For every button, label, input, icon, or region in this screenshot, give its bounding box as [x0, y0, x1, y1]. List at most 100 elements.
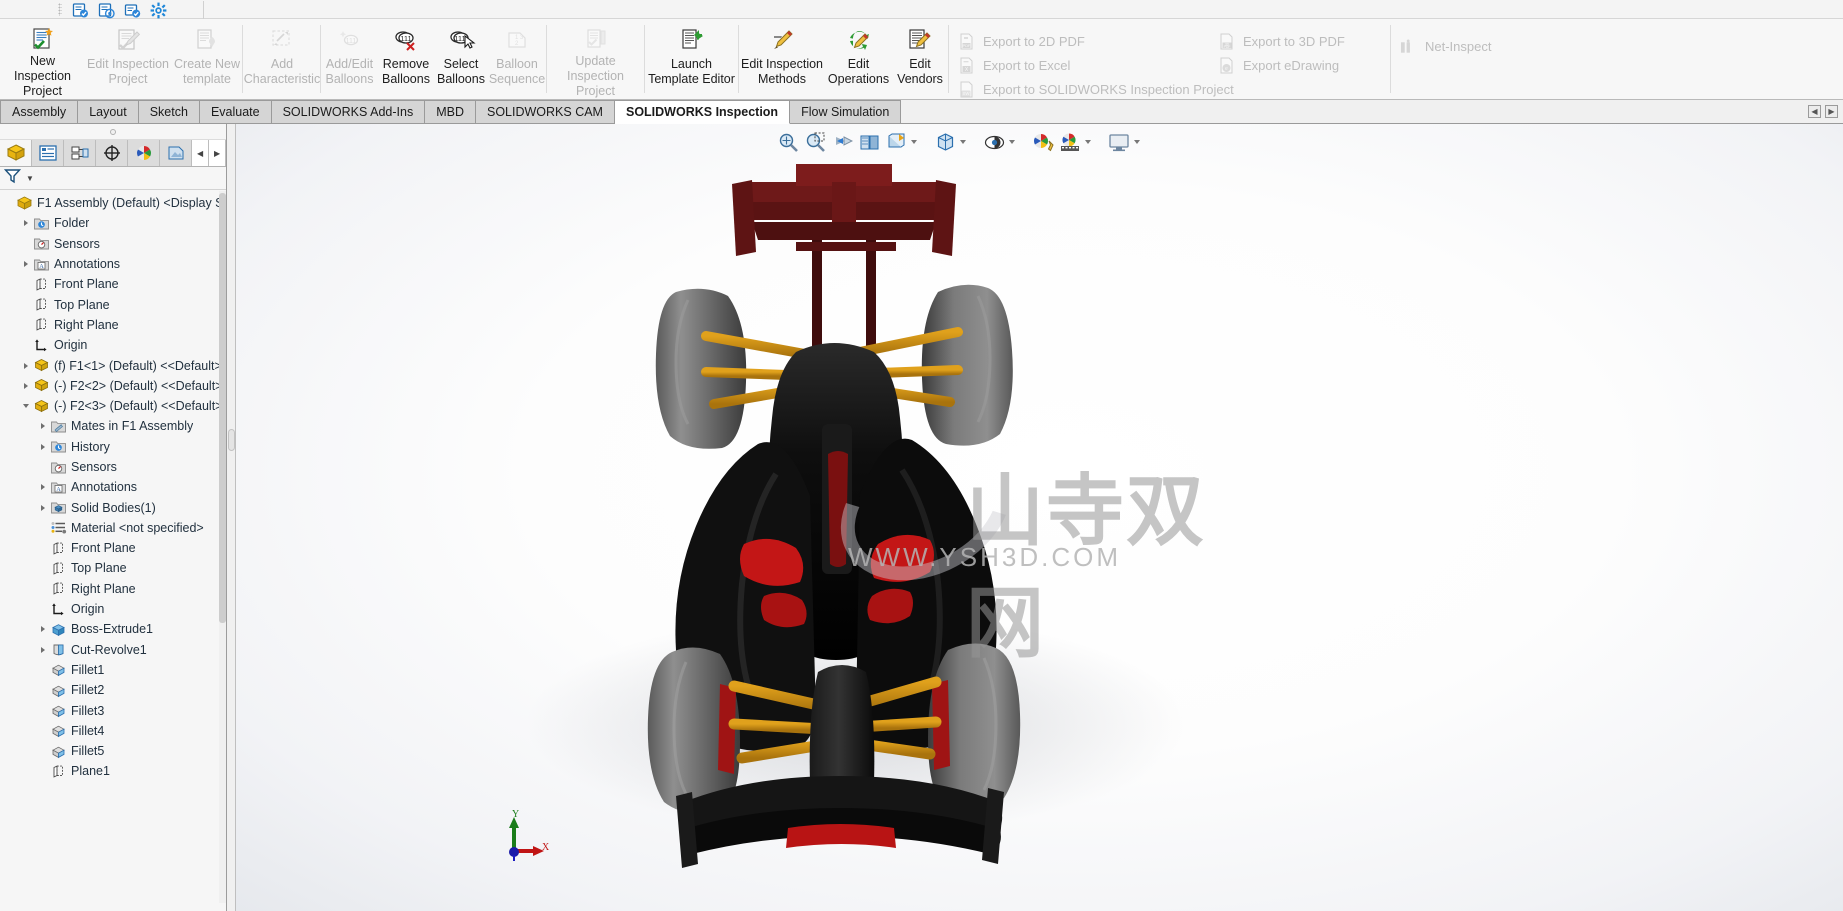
inspection-edit-icon[interactable] — [124, 2, 141, 18]
panel-tabs-next-button[interactable]: ▶ — [209, 140, 227, 166]
chevron-right-icon[interactable] — [36, 443, 49, 450]
tree-item[interactable]: Front Plane — [0, 538, 220, 558]
tree-item[interactable]: Sensors — [0, 457, 220, 477]
filter-funnel-icon[interactable] — [3, 168, 24, 189]
edit-vendors-button[interactable]: Edit Vendors — [892, 20, 948, 99]
chevron-right-icon[interactable] — [19, 220, 32, 227]
tab-evaluate[interactable]: Evaluate — [199, 100, 272, 123]
add-characteristic-label: Add Characteristic — [243, 57, 321, 86]
tree-item[interactable]: (f) F1<1> (Default) <<Default> — [0, 355, 220, 375]
remove-balloons-button[interactable]: 111 Remove Balloons — [378, 20, 434, 99]
edit-operations-button[interactable]: Edit Operations — [825, 20, 892, 99]
inspection-check-icon[interactable] — [98, 2, 115, 18]
chevron-right-icon[interactable] — [36, 484, 49, 491]
tab-assembly[interactable]: Assembly — [0, 100, 79, 123]
tab-scroll-left-button[interactable]: ◀ — [1808, 105, 1821, 118]
tab-layout[interactable]: Layout — [78, 100, 139, 123]
add-edit-balloons-button[interactable]: 111 Add/Edit Balloons — [321, 20, 378, 99]
tree-item-label: Mates in F1 Assembly — [71, 419, 194, 434]
configuration-manager-tab[interactable] — [64, 140, 97, 166]
create-new-template-button[interactable]: Create New template — [171, 20, 243, 99]
display-manager-tab[interactable] — [128, 140, 161, 166]
tree-item[interactable]: Material <not specified> — [0, 518, 220, 538]
quick-access-separator — [203, 1, 204, 19]
select-balloons-icon: 111 — [446, 25, 476, 55]
tree-item[interactable]: Front Plane — [0, 274, 220, 294]
toolbar-grip[interactable] — [58, 3, 62, 16]
chevron-right-icon[interactable] — [19, 261, 32, 268]
export-excel-button[interactable]: X Export to Excel — [958, 57, 1234, 74]
add-characteristic-button[interactable]: Add Characteristic — [243, 20, 321, 99]
property-manager-tab[interactable] — [32, 140, 65, 166]
tree-item[interactable]: Top Plane — [0, 294, 220, 314]
feature-tree-filter[interactable]: ▼ — [0, 167, 226, 190]
splitter-knob[interactable] — [228, 429, 235, 451]
tree-item[interactable]: Fillet2 — [0, 680, 220, 700]
gear-icon[interactable] — [150, 2, 167, 18]
tree-item[interactable]: Mates in F1 Assembly — [0, 416, 220, 436]
tree-item[interactable]: Boss-Extrude1 — [0, 619, 220, 639]
tree-item[interactable]: Fillet5 — [0, 741, 220, 761]
new-inspection-project-button[interactable]: New Inspection Project — [0, 20, 85, 99]
edit-inspection-project-button[interactable]: Edit Inspection Project — [85, 20, 171, 99]
tab-solidworks-cam[interactable]: SOLIDWORKS CAM — [475, 100, 615, 123]
tree-item[interactable]: Plane1 — [0, 761, 220, 781]
tab-solidworks-inspection[interactable]: SOLIDWORKS Inspection — [614, 100, 791, 124]
edit-inspection-methods-button[interactable]: Edit Inspection Methods — [739, 20, 825, 99]
tree-item[interactable]: (-) F2<2> (Default) <<Default> — [0, 376, 220, 396]
tree-item[interactable]: History — [0, 437, 220, 457]
tab-scroll-right-button[interactable]: ▶ — [1825, 105, 1838, 118]
tree-item[interactable]: Right Plane — [0, 579, 220, 599]
tree-item[interactable]: Top Plane — [0, 558, 220, 578]
update-inspection-project-button[interactable]: Update Inspection Project — [547, 20, 644, 99]
f1-car-model[interactable] — [236, 124, 1843, 911]
scrollbar-thumb[interactable] — [219, 193, 226, 623]
filter-dropdown-caret-icon[interactable]: ▼ — [26, 174, 34, 183]
chevron-right-icon[interactable] — [19, 382, 32, 389]
tree-item[interactable]: A Annotations — [0, 254, 220, 274]
tree-item[interactable]: Cut-Revolve1 — [0, 640, 220, 660]
tree-item[interactable]: Solid Bodies(1) — [0, 497, 220, 517]
tab-label: MBD — [436, 105, 464, 119]
inspection-new-icon[interactable] — [72, 2, 88, 18]
launch-template-editor-button[interactable]: Launch Template Editor — [645, 20, 738, 99]
tree-item[interactable]: Fillet3 — [0, 700, 220, 720]
tree-item[interactable]: Fillet4 — [0, 721, 220, 741]
chevron-right-icon[interactable] — [19, 362, 32, 369]
tree-item[interactable]: Origin — [0, 599, 220, 619]
export-edrawing-button[interactable]: e Export eDrawing — [1218, 57, 1345, 74]
tree-item[interactable]: Fillet1 — [0, 660, 220, 680]
balloon-sequence-button[interactable]: 1 32 Balloon Sequence — [488, 20, 546, 99]
tree-item[interactable]: Origin — [0, 335, 220, 355]
feature-tree-scrollbar[interactable] — [219, 191, 226, 903]
tree-item[interactable]: A Annotations — [0, 477, 220, 497]
chevron-right-icon[interactable] — [36, 626, 49, 633]
tree-item[interactable]: Folder — [0, 213, 220, 233]
panel-splitter[interactable] — [227, 124, 236, 911]
tree-item-label: History — [71, 439, 110, 454]
tab-solidworks-add-ins[interactable]: SOLIDWORKS Add-Ins — [271, 100, 426, 123]
tree-item[interactable]: Right Plane — [0, 315, 220, 335]
tab-flow-simulation[interactable]: Flow Simulation — [790, 100, 902, 123]
graphics-viewport[interactable]: 山寺双网 WWW.YSH3D.COM Y X — [236, 124, 1843, 911]
tree-item[interactable]: Sensors — [0, 234, 220, 254]
chevron-right-icon[interactable] — [36, 423, 49, 430]
tab-mbd[interactable]: MBD — [425, 100, 476, 123]
tree-item[interactable]: (-) F2<3> (Default) <<Default> — [0, 396, 220, 416]
dimxpert-manager-tab[interactable] — [96, 140, 129, 166]
chevron-right-icon[interactable] — [36, 646, 49, 653]
select-balloons-button[interactable]: 111 Select Balloons — [434, 20, 488, 99]
panel-tabs-overflow-button[interactable]: ◀ — [192, 140, 210, 166]
tab-sketch[interactable]: Sketch — [138, 100, 200, 123]
render-manager-tab[interactable] — [160, 140, 193, 166]
chevron-right-icon[interactable] — [36, 504, 49, 511]
feature-tree[interactable]: F1 Assembly (Default) <Display St Folder S… — [0, 191, 220, 903]
panel-drag-handle[interactable] — [0, 124, 226, 140]
net-inspect-button[interactable]: Net-Inspect — [1400, 38, 1491, 55]
export-2d-pdf-button[interactable]: PDF Export to 2D PDF — [958, 33, 1234, 50]
tree-item[interactable]: F1 Assembly (Default) <Display St — [0, 193, 220, 213]
export-sw-inspection-button[interactable]: SW Export to SOLIDWORKS Inspection Proje… — [958, 81, 1234, 98]
chevron-down-icon[interactable] — [19, 404, 32, 409]
feature-manager-tab[interactable] — [0, 140, 33, 166]
export-3d-pdf-button[interactable]: 3D PDF Export to 3D PDF — [1218, 33, 1345, 50]
